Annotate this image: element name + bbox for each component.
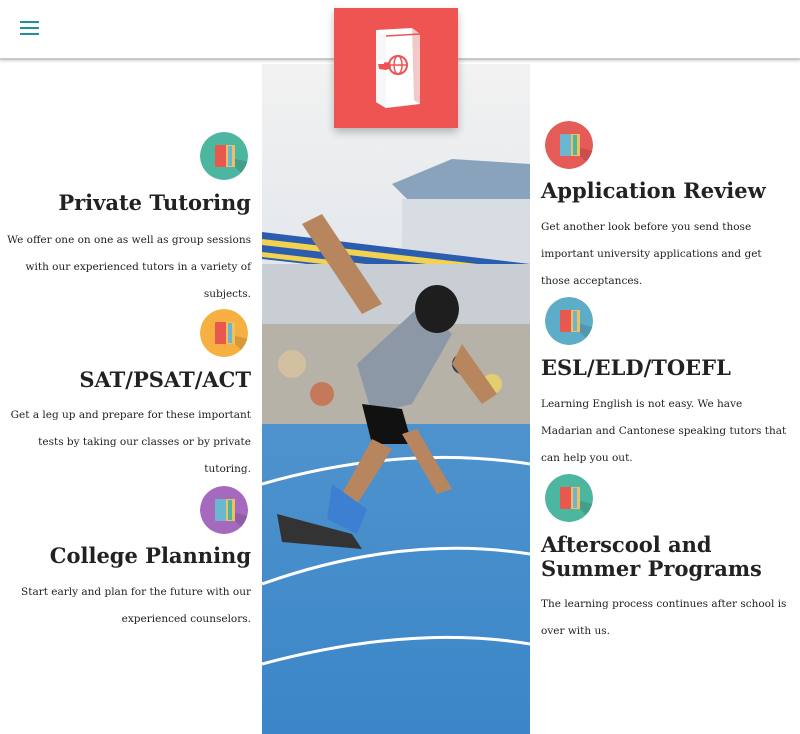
- book-globe-logo-icon: [376, 28, 421, 108]
- book-icon: [200, 132, 248, 180]
- book-icon: [200, 309, 248, 357]
- logo[interactable]: [334, 8, 458, 128]
- service-title: ESL/ELD/TOEFL: [541, 355, 731, 380]
- service-title: Private Tutoring: [58, 190, 251, 215]
- book-icon: [545, 297, 593, 345]
- service-title: SAT/PSAT/ACT: [79, 367, 251, 392]
- service-title: Afterscool and Summer Programs: [541, 532, 762, 581]
- hamburger-menu-icon[interactable]: [20, 21, 39, 35]
- service-title: College Planning: [49, 543, 251, 568]
- service-description: Learning English is not easy. We have Ma…: [541, 398, 787, 464]
- service-title: Application Review: [541, 178, 766, 203]
- book-icon: [545, 474, 593, 522]
- book-icon: [200, 486, 248, 534]
- service-description: Get a leg up and prepare for these impor…: [10, 409, 251, 475]
- hero-sprinter-photo: [262, 64, 530, 734]
- service-description: We offer one on one as well as group ses…: [7, 234, 251, 300]
- service-description: Start early and plan for the future with…: [21, 586, 251, 625]
- book-icon: [545, 121, 593, 169]
- service-description: Get another look before you send those i…: [541, 221, 762, 287]
- service-description: The learning process continues after sch…: [541, 598, 787, 637]
